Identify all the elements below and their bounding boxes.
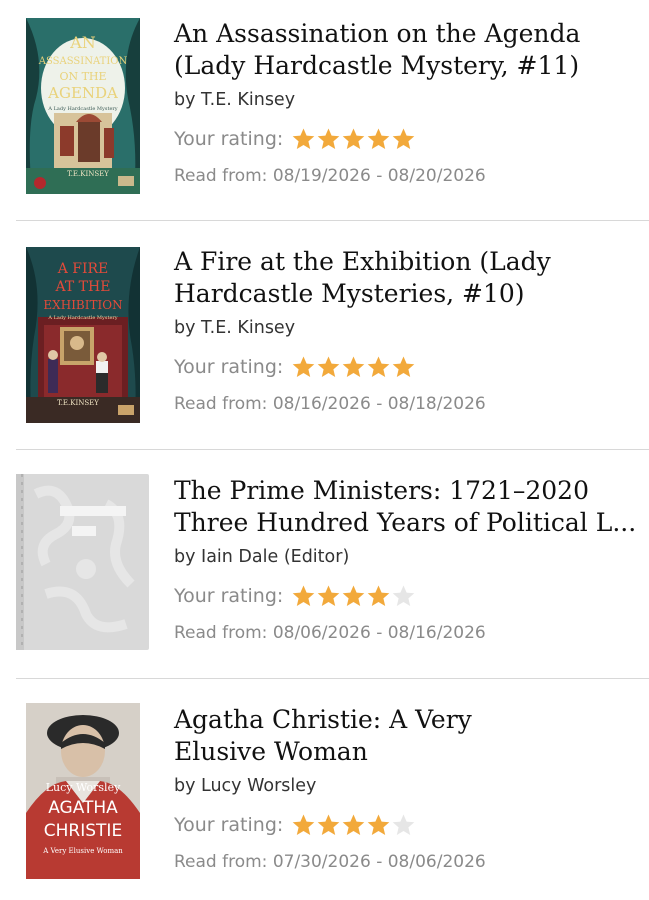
book-cover[interactable]: A FIRE AT THE EXHIBITION A Lady Hardcast… [26,247,140,423]
rating-label: Your rating: [174,585,284,607]
book-cover-placeholder [16,474,149,650]
book-row[interactable]: A FIRE AT THE EXHIBITION A Lady Hardcast… [0,221,649,449]
book-title[interactable]: The Prime Ministers: 1721–2020 Three Hun… [174,475,639,539]
star-filled-icon[interactable] [316,813,341,837]
cover-author: Lucy Worsley [46,781,121,794]
star-filled-icon[interactable] [291,355,316,379]
book-cover-art: Lucy Worsley AGATHA CHRISTIE A Very Elus… [26,703,140,879]
book-cover[interactable]: AN ASSASSINATION ON THE AGENDA A Lady Ha… [26,18,140,194]
book-row[interactable]: The Prime Ministers: 1721–2020 Three Hun… [0,450,649,678]
book-title[interactable]: Agatha Christie: A Very Elusive Woman [174,704,639,768]
rating-row: Your rating: [174,581,639,611]
star-empty-icon[interactable] [391,584,416,608]
book-cover[interactable] [16,474,149,650]
star-filled-icon[interactable] [316,584,341,608]
book-info: Agatha Christie: A Very Elusive Woman by… [174,704,639,874]
rating-label: Your rating: [174,356,284,378]
cover-title-line: ON THE [59,70,106,83]
star-filled-icon[interactable] [341,813,366,837]
cover-title-line: A FIRE [57,261,109,277]
cover-series: A Lady Hardcastle Mystery [47,106,117,112]
rating-label: Your rating: [174,128,284,150]
star-filled-icon[interactable] [391,127,416,151]
star-rating[interactable] [291,355,416,379]
star-filled-icon[interactable] [291,584,316,608]
star-filled-icon[interactable] [366,355,391,379]
star-rating[interactable] [291,127,416,151]
rating-row: Your rating: [174,810,639,840]
cover-author: T.E.KINSEY [57,399,99,407]
star-filled-icon[interactable] [391,355,416,379]
cover-title-line: EXHIBITION [43,298,122,312]
star-filled-icon[interactable] [291,127,316,151]
rating-row: Your rating: [174,352,639,382]
book-title[interactable]: An Assassination on the Agenda (Lady Har… [174,18,639,82]
cover-author: T.E.KINSEY [67,170,109,178]
book-author[interactable]: by Lucy Worsley [174,774,639,798]
star-rating[interactable] [291,813,416,837]
cover-subtitle: A Very Elusive Woman [42,847,123,855]
read-dates: Read from: 08/06/2026 - 08/16/2026 [174,623,486,643]
book-info: The Prime Ministers: 1721–2020 Three Hun… [174,475,639,645]
star-empty-icon[interactable] [391,813,416,837]
star-filled-icon[interactable] [341,584,366,608]
book-cover-art: AN ASSASSINATION ON THE AGENDA A Lady Ha… [26,18,140,194]
cover-series: A Lady Hardcastle Mystery [47,315,117,321]
rating-row: Your rating: [174,124,639,154]
star-filled-icon[interactable] [316,127,341,151]
star-filled-icon[interactable] [291,813,316,837]
cover-title-line: CHRISTIE [44,821,122,841]
star-filled-icon[interactable] [316,355,341,379]
read-dates: Read from: 07/30/2026 - 08/06/2026 [174,852,486,872]
book-author[interactable]: by T.E. Kinsey [174,316,639,340]
cover-title-line: AGATHA [48,798,118,818]
book-row[interactable]: AN ASSASSINATION ON THE AGENDA A Lady Ha… [0,0,649,220]
cover-title-line: AGENDA [47,84,118,102]
book-title[interactable]: A Fire at the Exhibition (Lady Hardcastl… [174,246,639,310]
star-filled-icon[interactable] [366,813,391,837]
star-filled-icon[interactable] [341,127,366,151]
rating-label: Your rating: [174,814,284,836]
book-info: An Assassination on the Agenda (Lady Har… [174,18,639,188]
book-row[interactable]: Lucy Worsley AGATHA CHRISTIE A Very Elus… [0,679,649,900]
cover-title-line: AN [69,33,96,52]
cover-title-line: ASSASSINATION [38,56,128,67]
book-cover-art: A FIRE AT THE EXHIBITION A Lady Hardcast… [26,247,140,423]
book-cover[interactable]: Lucy Worsley AGATHA CHRISTIE A Very Elus… [26,703,140,879]
book-info: A Fire at the Exhibition (Lady Hardcastl… [174,246,639,416]
star-rating[interactable] [291,584,416,608]
star-filled-icon[interactable] [366,584,391,608]
read-dates: Read from: 08/19/2026 - 08/20/2026 [174,166,486,186]
book-author[interactable]: by Iain Dale (Editor) [174,545,639,569]
star-filled-icon[interactable] [341,355,366,379]
star-filled-icon[interactable] [366,127,391,151]
book-author[interactable]: by T.E. Kinsey [174,88,639,112]
read-dates: Read from: 08/16/2026 - 08/18/2026 [174,394,486,414]
cover-title-line: AT THE [55,279,111,295]
